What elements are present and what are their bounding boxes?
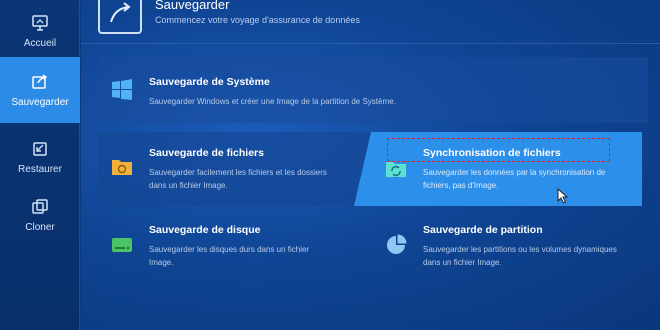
card-description-line1: Sauvegarder les partitions ou les volume… — [423, 245, 617, 254]
sidebar-item-label: Cloner — [25, 221, 55, 233]
page-title: Sauvegarder — [155, 0, 230, 12]
header-divider — [81, 43, 660, 44]
windows-icon — [112, 79, 132, 100]
sidebar-item-sauvegarder[interactable]: Sauvegarder — [0, 57, 80, 123]
sidebar-item-label: Accueil — [23, 37, 57, 49]
card-file-backup[interactable]: Sauvegarde de fichiers Sauvegarder facil… — [98, 132, 370, 206]
card-partition-backup[interactable]: Sauvegarde de partition Sauvegarder les … — [370, 212, 648, 282]
sidebar-item-cloner[interactable]: Cloner — [0, 184, 80, 246]
clone-icon — [32, 198, 48, 214]
folder-icon — [112, 160, 132, 175]
card-description-line1: Sauvegarder les données par la synchroni… — [423, 168, 606, 177]
card-description-line2: fichiers, pas d'Image. — [423, 181, 499, 190]
partition-pie-icon — [387, 234, 407, 254]
card-description-line1: Sauvegarder facilement les fichiers et l… — [149, 168, 327, 177]
card-title: Sauvegarde de partition — [423, 224, 543, 236]
card-title: Sauvegarde de disque — [149, 224, 261, 236]
card-description-line2: dans un fichier Image. — [423, 258, 502, 267]
card-description-line1: Sauvegarder les disques durs dans un fic… — [149, 245, 310, 254]
card-description-line2: dans un fichier Image. — [149, 181, 228, 190]
disk-icon — [112, 238, 132, 252]
card-title: Sauvegarde de fichiers — [149, 147, 264, 159]
sidebar-item-label: Restaurer — [18, 163, 62, 175]
backup-arrow-icon — [98, 0, 142, 34]
card-system-backup[interactable]: Sauvegarde de Système Sauvegarder Window… — [98, 57, 648, 123]
sidebar-item-accueil[interactable]: Accueil — [0, 0, 80, 62]
mouse-cursor-icon — [557, 188, 569, 204]
card-title: Sauvegarde de Système — [149, 76, 270, 88]
page-subtitle: Commencez votre voyage d'assurance de do… — [155, 15, 360, 25]
backup-icon — [32, 73, 47, 89]
card-disk-backup[interactable]: Sauvegarde de disque Sauvegarder les dis… — [98, 212, 370, 282]
card-description: Sauvegarder Windows et créer une Image d… — [149, 97, 396, 106]
sidebar-item-restaurer[interactable]: Restaurer — [0, 126, 80, 188]
sync-folder-icon — [386, 162, 406, 177]
sidebar-item-label: Sauvegarder — [11, 96, 69, 108]
restore-icon — [33, 141, 47, 156]
highlight-box — [387, 138, 610, 162]
card-description-line2: Image. — [149, 258, 174, 267]
main-panel: Sauvegarder Commencez votre voyage d'ass… — [81, 0, 660, 330]
sidebar: Accueil Sauvegarder Restaurer Cloner — [0, 0, 80, 330]
home-monitor-icon — [32, 14, 48, 31]
